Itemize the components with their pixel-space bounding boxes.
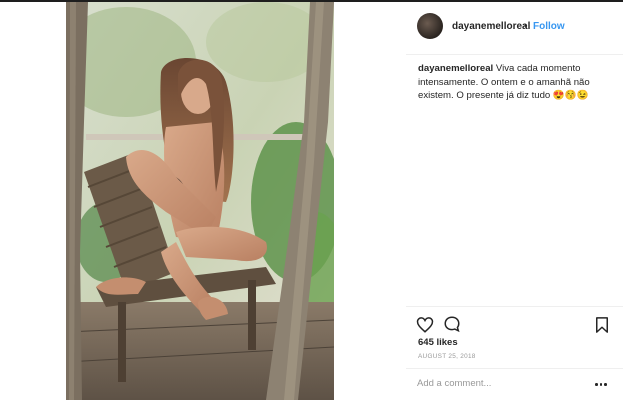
photo-panel: [0, 2, 406, 400]
likes-count[interactable]: 645 likes: [418, 337, 458, 348]
heart-icon[interactable]: [416, 316, 434, 334]
profile-avatar[interactable]: [417, 13, 443, 39]
comment-input[interactable]: [417, 378, 577, 389]
more-options-icon[interactable]: [594, 379, 608, 389]
separator-dot: •: [524, 21, 528, 32]
photo-illustration: [66, 2, 334, 400]
post-caption: dayanemelloreal Viva cada momento intens…: [418, 62, 610, 103]
speech-bubble-icon[interactable]: [443, 315, 461, 333]
action-bar: [406, 306, 623, 337]
comment-bar: [406, 368, 623, 401]
caption-emojis: 😍😚😉: [552, 90, 589, 101]
post-photo[interactable]: [66, 2, 334, 400]
follow-button[interactable]: Follow: [533, 21, 565, 32]
post-date: AUGUST 25, 2018: [418, 353, 476, 360]
post-header: dayanemelloreal • Follow: [406, 2, 623, 55]
post-sidebar: dayanemelloreal • Follow dayanemelloreal…: [406, 2, 623, 400]
username-link[interactable]: dayanemelloreal: [452, 21, 530, 32]
caption-username[interactable]: dayanemelloreal: [418, 63, 493, 74]
bookmark-icon[interactable]: [593, 316, 611, 334]
